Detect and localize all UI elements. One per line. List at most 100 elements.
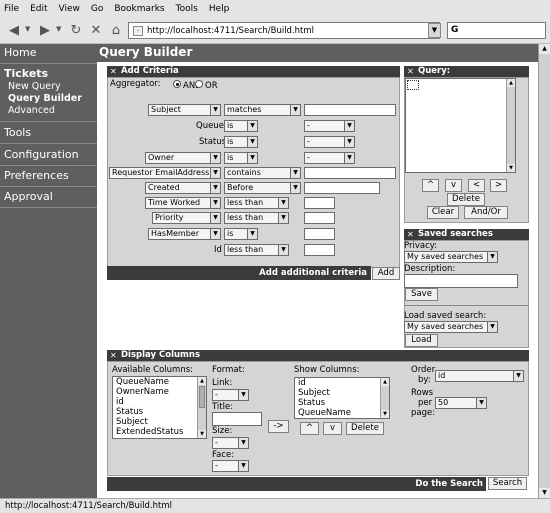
web-search-box[interactable]: G [447, 22, 546, 39]
back-icon[interactable]: ◀ [5, 22, 23, 40]
scroll-up-icon[interactable]: ▲ [539, 44, 550, 54]
query-move-up-button[interactable]: ^ [422, 179, 439, 192]
description-input[interactable] [404, 274, 518, 288]
load-saved-select[interactable]: My saved searches ▼ [404, 321, 498, 333]
add-criteria-button[interactable]: Add [372, 267, 400, 280]
menu-go[interactable]: Go [91, 4, 103, 14]
aggregator-and-radio[interactable] [173, 80, 181, 88]
save-search-button[interactable]: Save [405, 288, 438, 301]
reload-icon[interactable]: ↻ [67, 22, 85, 40]
stop-icon[interactable]: ✕ [87, 22, 105, 40]
rows-per-page-select[interactable]: 50 ▼ [435, 397, 487, 409]
sidebar-item-preferences[interactable]: Preferences [4, 169, 69, 182]
criteria-field-select[interactable]: Requestor EmailAddress ▼ [109, 167, 221, 179]
column-delete-button[interactable]: Delete [346, 422, 384, 435]
size-select[interactable]: - ▼ [212, 437, 249, 449]
title-input[interactable] [212, 412, 262, 426]
home-icon[interactable]: ⌂ [107, 22, 125, 40]
column-move-down-button[interactable]: v [323, 422, 342, 435]
criteria-field-select[interactable]: Owner ▼ [145, 152, 221, 164]
criteria-value-input[interactable] [304, 182, 380, 194]
list-item[interactable]: OwnerName [113, 387, 206, 397]
forward-icon[interactable]: ▶ [36, 22, 54, 40]
available-columns-listbox[interactable]: QueueName OwnerName id Status Subject Ex… [112, 376, 207, 439]
list-item[interactable]: QueueName [113, 377, 206, 387]
criteria-value-select[interactable]: - ▼ [304, 136, 355, 148]
criteria-operator-select[interactable]: is ▼ [224, 152, 258, 164]
address-bar[interactable]: · http://localhost:4711/Search/Build.htm… [128, 22, 440, 39]
scroll-down-icon[interactable]: ▼ [539, 488, 550, 498]
privacy-select[interactable]: My saved searches ▼ [404, 251, 498, 263]
sidebar-item-advanced[interactable]: Advanced [8, 105, 55, 116]
order-by-select[interactable]: id ▼ [435, 370, 524, 382]
search-button[interactable]: Search [488, 477, 527, 490]
criteria-value-input[interactable] [304, 244, 335, 256]
menu-help[interactable]: Help [209, 4, 230, 14]
criteria-value-input[interactable] [304, 212, 335, 224]
link-select[interactable]: - ▼ [212, 389, 249, 401]
sidebar-item-approval[interactable]: Approval [4, 190, 53, 203]
collapse-icon[interactable]: ✕ [110, 66, 117, 77]
query-scrollbar[interactable]: ▲ ▼ [506, 79, 515, 172]
query-delete-button[interactable]: Delete [447, 193, 485, 206]
query-move-left-button[interactable]: < [468, 179, 485, 192]
show-scrollbar[interactable]: ▲ ▼ [380, 378, 389, 418]
column-move-up-button[interactable]: ^ [300, 422, 319, 435]
menu-edit[interactable]: Edit [30, 4, 47, 14]
back-dropdown-icon[interactable]: ▼ [25, 25, 30, 33]
criteria-field-select[interactable]: HasMember ▼ [148, 228, 221, 240]
list-item[interactable]: id [113, 397, 206, 407]
collapse-icon[interactable]: ✕ [407, 229, 414, 240]
collapse-icon[interactable]: ✕ [110, 350, 117, 361]
sidebar-item-tickets[interactable]: Tickets [4, 67, 48, 80]
list-item[interactable]: QueueName [295, 408, 389, 418]
criteria-value-select[interactable]: - ▼ [304, 152, 355, 164]
criteria-value-input[interactable] [304, 228, 335, 240]
list-item[interactable]: Subject [113, 417, 206, 427]
criteria-field-select[interactable]: Time Worked ▼ [145, 197, 221, 209]
criteria-operator-select[interactable]: less than ▼ [224, 212, 289, 224]
query-listbox[interactable]: ▲ ▼ [405, 78, 516, 173]
sidebar-item-new-query[interactable]: New Query [8, 81, 61, 92]
address-history-icon[interactable]: ▼ [428, 23, 441, 38]
criteria-operator-select[interactable]: Before ▼ [224, 182, 301, 194]
menu-view[interactable]: View [59, 4, 80, 14]
criteria-operator-select[interactable]: less than ▼ [224, 244, 289, 256]
criteria-value-select[interactable]: - ▼ [304, 120, 355, 132]
criteria-operator-select[interactable]: is ▼ [224, 120, 258, 132]
criteria-value-input[interactable] [304, 104, 396, 116]
forward-dropdown-icon[interactable]: ▼ [56, 25, 61, 33]
menu-tools[interactable]: Tools [176, 4, 198, 14]
aggregator-or-radio[interactable] [195, 80, 203, 88]
query-andor-button[interactable]: And/Or [464, 206, 508, 219]
sidebar-item-home[interactable]: Home [4, 46, 36, 59]
criteria-operator-select[interactable]: is ▼ [224, 228, 258, 240]
list-item[interactable]: id [295, 378, 389, 388]
list-item[interactable]: ExtendedStatus [113, 427, 206, 437]
criteria-operator-select[interactable]: matches ▼ [224, 104, 301, 116]
query-clear-button[interactable]: Clear [427, 206, 459, 219]
list-item[interactable]: Subject [295, 388, 389, 398]
face-select[interactable]: - ▼ [212, 460, 249, 472]
criteria-operator-select[interactable]: less than ▼ [224, 197, 289, 209]
show-columns-listbox[interactable]: id Subject Status QueueName ▲ ▼ [294, 377, 390, 419]
available-scrollbar[interactable]: ▲ ▼ [197, 377, 206, 438]
criteria-field-select[interactable]: Subject ▼ [148, 104, 221, 116]
load-search-button[interactable]: Load [405, 334, 438, 347]
list-item[interactable]: Status [113, 407, 206, 417]
criteria-value-input[interactable] [304, 167, 396, 179]
criteria-field-select[interactable]: Created ▼ [145, 182, 221, 194]
query-move-down-button[interactable]: v [445, 179, 462, 192]
add-column-button[interactable]: -> [268, 420, 289, 433]
query-move-right-button[interactable]: > [490, 179, 507, 192]
criteria-operator-select[interactable]: contains ▼ [224, 167, 301, 179]
menu-file[interactable]: File [4, 4, 19, 14]
list-item[interactable]: Status [295, 398, 389, 408]
sidebar-item-tools[interactable]: Tools [4, 126, 31, 139]
sidebar-item-configuration[interactable]: Configuration [4, 148, 79, 161]
page-scrollbar[interactable]: ▲ ▼ [538, 44, 550, 498]
criteria-field-select[interactable]: Priority ▼ [152, 212, 221, 224]
criteria-value-input[interactable] [304, 197, 335, 209]
collapse-icon[interactable]: ✕ [407, 66, 414, 77]
sidebar-item-query-builder[interactable]: Query Builder [8, 93, 82, 104]
